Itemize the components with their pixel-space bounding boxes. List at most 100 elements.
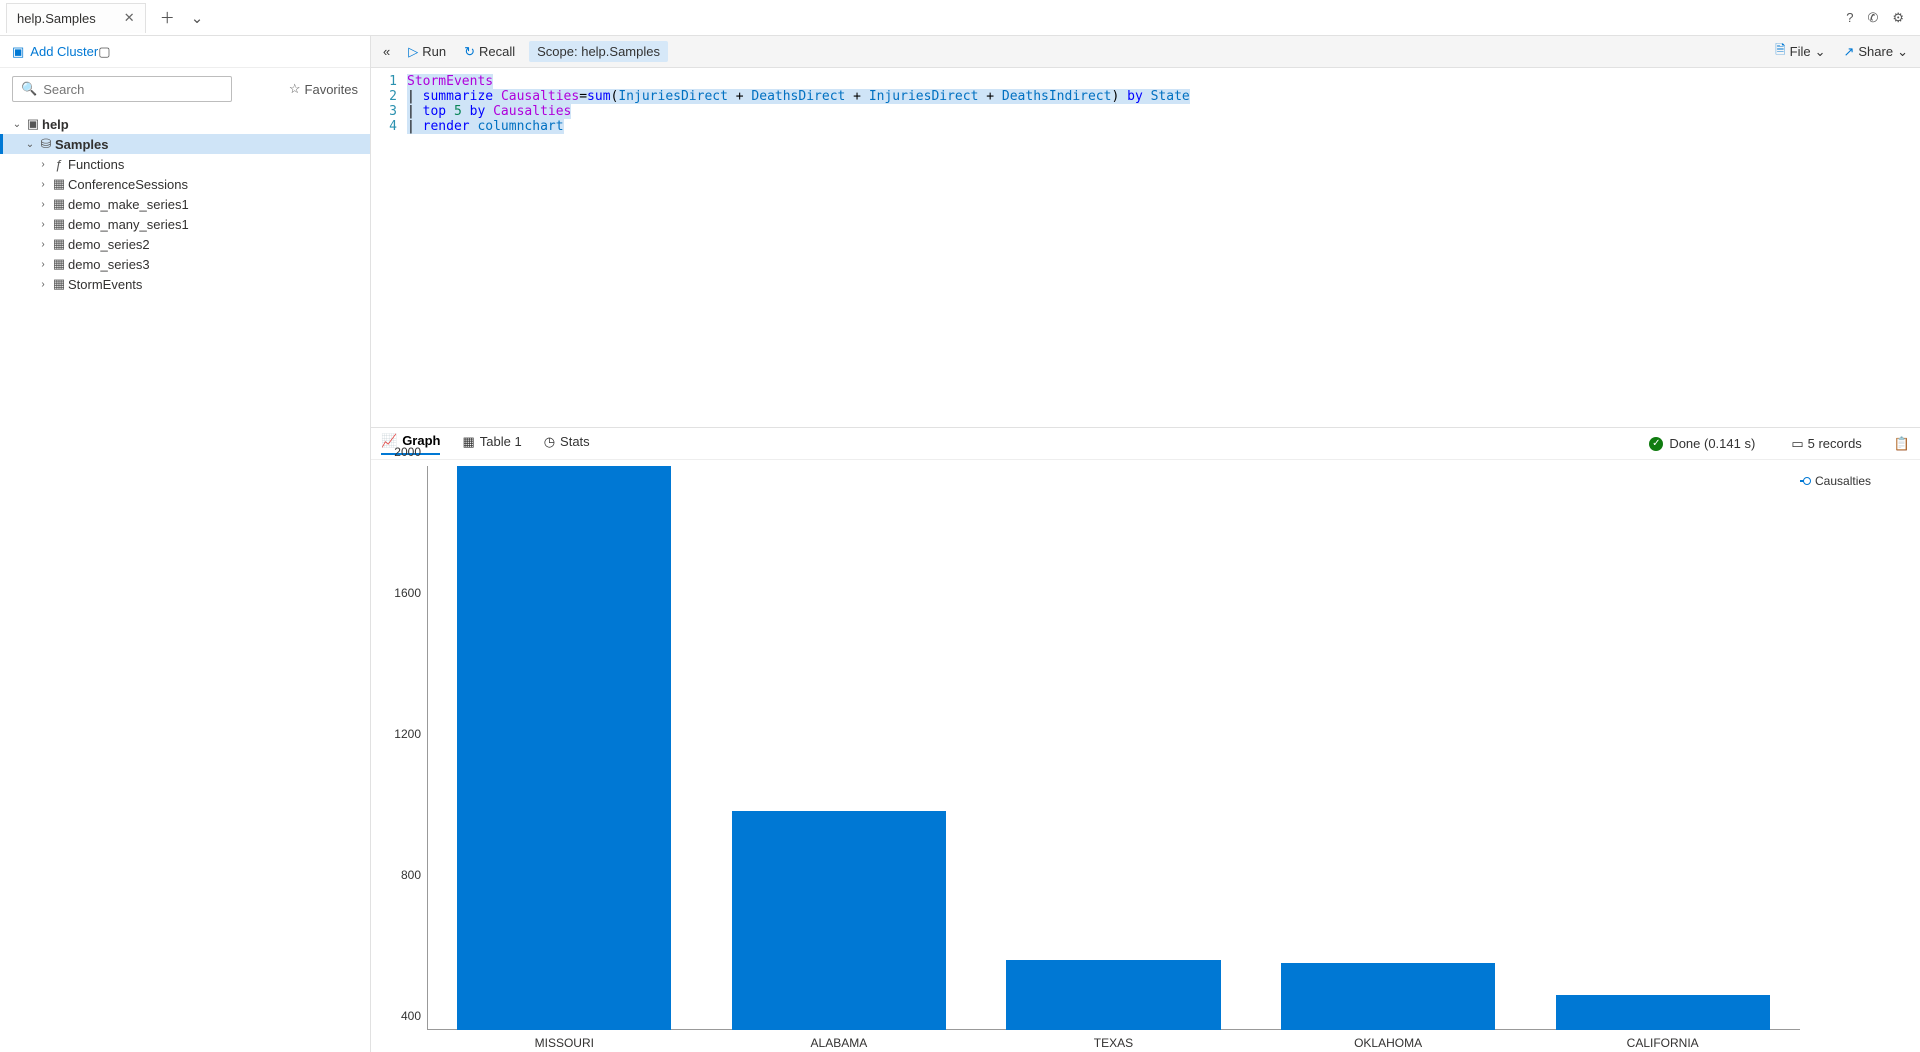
search-row: 🔍 ☆ Favorites [0, 68, 370, 110]
table-icon: ▦ [50, 176, 68, 192]
recall-button[interactable]: ↻Recall [460, 41, 519, 63]
feedback-icon[interactable]: ✆ [1867, 10, 1878, 26]
top-icons: ? ✆ ⚙ [1846, 10, 1920, 26]
star-icon: ☆ [289, 81, 301, 97]
share-menu[interactable]: ↗Share ⌄ [1839, 41, 1912, 63]
bar-missouri[interactable] [457, 466, 671, 1030]
tree-item-label: demo_series2 [68, 237, 150, 252]
connection-tree: ⌄ ▣ help ⌄ ⛁ Samples › ƒ Functions › ▦ C… [0, 110, 370, 298]
bar-alabama[interactable] [732, 811, 946, 1030]
chevron-right-icon: › [36, 259, 50, 270]
tree-item-label: demo_series3 [68, 257, 150, 272]
tab-list-button[interactable]: ⌄ [183, 9, 212, 27]
chevron-right-icon: › [36, 159, 50, 170]
chevron-down-icon: ⌄ [1815, 44, 1826, 60]
file-icon: 🗎 [1775, 41, 1785, 63]
tree-item-demo-make-series1[interactable]: › ▦ demo_make_series1 [0, 194, 370, 214]
table-icon: ▦ [50, 236, 68, 252]
editor-panel: « ▷Run ↻Recall Scope: help.Samples 🗎 File… [371, 36, 1920, 1052]
tree-item-label: demo_make_series1 [68, 197, 189, 212]
chevron-down-icon: ⌄ [1897, 44, 1908, 60]
tree-item-functions[interactable]: › ƒ Functions [0, 154, 370, 174]
xlabel-alabama: ALABAMA [702, 1036, 977, 1050]
table-icon: ▦ [50, 256, 68, 272]
query-toolbar: « ▷Run ↻Recall Scope: help.Samples 🗎 File… [371, 36, 1920, 68]
table-icon: ▦ [50, 216, 68, 232]
grid-icon: ▦ [462, 434, 474, 450]
scope-button[interactable]: Scope: help.Samples [529, 41, 668, 62]
chevron-right-icon: › [36, 279, 50, 290]
search-input[interactable] [43, 82, 223, 97]
search-icon: 🔍 [21, 81, 37, 97]
recall-icon: ↻ [464, 44, 475, 60]
add-cluster-button[interactable]: Add Cluster [30, 44, 98, 59]
tree-item-demo-series3[interactable]: › ▦ demo_series3 [0, 254, 370, 274]
table-icon: ▦ [50, 196, 68, 212]
chevron-right-icon: › [36, 179, 50, 190]
bar-texas[interactable] [1006, 960, 1220, 1031]
functions-icon: ƒ [50, 157, 68, 172]
tab-table1[interactable]: ▦ Table 1 [462, 434, 521, 454]
tab-help-samples[interactable]: help.Samples ✕ [6, 3, 146, 33]
legend-label: Causalties [1815, 474, 1871, 488]
cluster-node-icon: ▣ [24, 116, 42, 132]
bar-oklahoma[interactable] [1281, 963, 1495, 1030]
favorites-button[interactable]: ☆ Favorites [289, 81, 358, 97]
tab-stats[interactable]: ◷ Stats [544, 434, 590, 454]
tree-item-demo-series2[interactable]: › ▦ demo_series2 [0, 234, 370, 254]
records-icon: ▭ [1791, 436, 1803, 452]
favorites-label: Favorites [305, 82, 358, 97]
tabbar: help.Samples ✕ ＋ ⌄ ? ✆ ⚙ [0, 0, 1920, 36]
search-box[interactable]: 🔍 [12, 76, 232, 102]
tree-item-demo-many-series1[interactable]: › ▦ demo_many_series1 [0, 214, 370, 234]
chart-legend: Causalties [1800, 466, 1910, 1052]
records-text: 5 records [1808, 436, 1862, 451]
scope-label: Scope: help.Samples [537, 44, 660, 59]
run-button[interactable]: ▷Run [404, 41, 450, 63]
query-status: ✓ Done (0.141 s) [1649, 436, 1755, 451]
tree-item-label: Functions [68, 157, 124, 172]
bar-california[interactable] [1556, 995, 1770, 1030]
column-chart[interactable]: MISSOURIALABAMATEXASOKLAHOMACALIFORNIA40… [377, 466, 1800, 1052]
copy-icon[interactable]: 📋 [1894, 436, 1910, 452]
stats-icon: ◷ [544, 434, 555, 450]
legend-marker-icon [1800, 480, 1810, 482]
xlabel-texas: TEXAS [976, 1036, 1251, 1050]
run-label: Run [422, 44, 446, 59]
file-label: File [1790, 44, 1811, 59]
close-icon[interactable]: ✕ [124, 10, 135, 26]
query-editor[interactable]: 1StormEvents2| summarize Causalties=sum(… [371, 68, 1920, 428]
success-icon: ✓ [1649, 437, 1663, 451]
record-count: ▭ 5 records [1791, 436, 1862, 452]
chevron-down-icon: ⌄ [10, 119, 24, 130]
status-text: Done (0.141 s) [1669, 436, 1755, 451]
sidebar-header: ▣ Add Cluster ▢ [0, 36, 370, 68]
tree-item-stormevents[interactable]: › ▦ StormEvents [0, 274, 370, 294]
new-tab-button[interactable]: ＋ [152, 7, 183, 28]
tree-item-conferencesessions[interactable]: › ▦ ConferenceSessions [0, 174, 370, 194]
chevron-right-icon: › [36, 239, 50, 250]
tree-cluster-help[interactable]: ⌄ ▣ help [0, 114, 370, 134]
panel-collapse-icon[interactable]: ▢ [98, 44, 358, 60]
history-back-button[interactable]: « [379, 41, 394, 62]
tree-cluster-label: help [42, 117, 69, 132]
xlabel-missouri: MISSOURI [427, 1036, 702, 1050]
tree-item-label: ConferenceSessions [68, 177, 188, 192]
chevron-right-icon: › [36, 199, 50, 210]
share-label: Share [1858, 44, 1893, 59]
tree-item-label: demo_many_series1 [68, 217, 189, 232]
chevron-down-icon: ⌄ [23, 139, 37, 150]
xlabel-california: CALIFORNIA [1525, 1036, 1800, 1050]
tab-stats-label: Stats [560, 434, 590, 449]
tab-table-label: Table 1 [480, 434, 522, 449]
tab-title: help.Samples [17, 11, 96, 26]
file-menu[interactable]: 🗎 File ⌄ [1771, 38, 1829, 66]
tree-db-samples[interactable]: ⌄ ⛁ Samples [0, 134, 370, 154]
tree-db-label: Samples [55, 137, 108, 152]
legend-item-causalties[interactable]: Causalties [1800, 474, 1904, 488]
help-icon[interactable]: ? [1846, 10, 1853, 26]
settings-icon[interactable]: ⚙ [1892, 10, 1904, 26]
sidebar: ▣ Add Cluster ▢ 🔍 ☆ Favorites ⌄ ▣ help ⌄… [0, 36, 371, 1052]
cluster-icon: ▣ [12, 44, 24, 60]
result-tabs: 📈Graph ▦Table 1 ◷Stats ✓ Done (0.141 s) … [371, 428, 1920, 460]
